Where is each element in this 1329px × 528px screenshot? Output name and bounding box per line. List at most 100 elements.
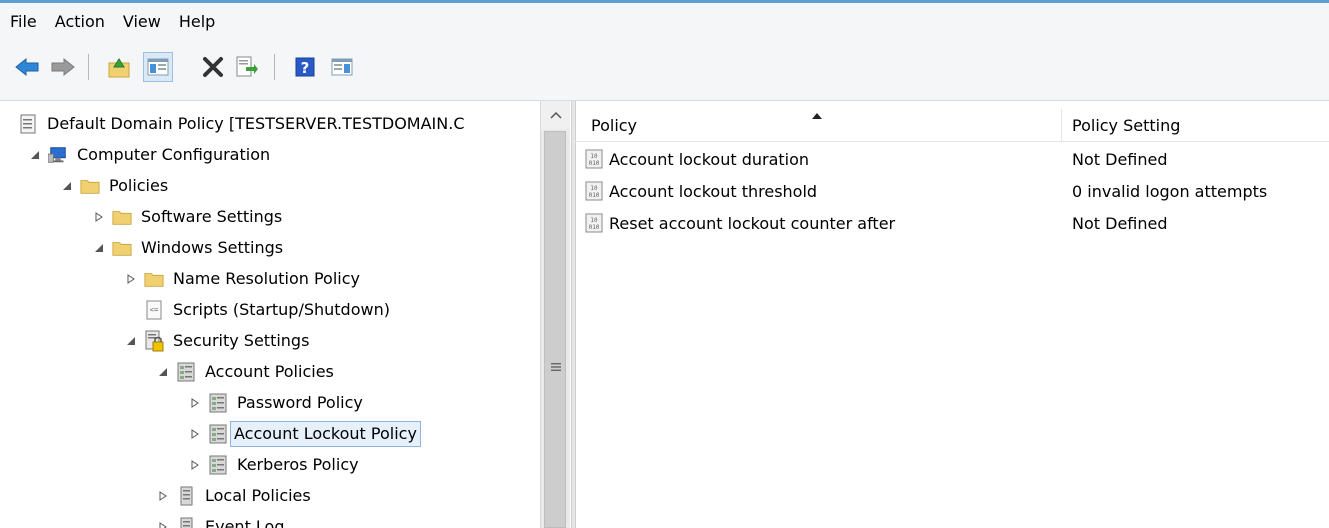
tree-node-computer-configuration[interactable]: Computer Configuration — [28, 140, 272, 170]
svg-text:10: 10 — [590, 185, 598, 192]
tree-node-windows-settings[interactable]: Windows Settings — [92, 233, 285, 263]
collapse-arrow-icon[interactable] — [60, 179, 74, 193]
help-button[interactable]: ? — [290, 52, 320, 82]
console-tree-pane: Default Domain Policy [TESTSERVER.TESTDO… — [0, 101, 571, 528]
svg-text:?: ? — [301, 59, 310, 77]
menu-action[interactable]: Action — [46, 3, 114, 40]
policy-container-icon — [176, 486, 196, 506]
toolbar: ? — [0, 40, 1329, 101]
folder-icon — [112, 207, 132, 227]
chevron-up-icon — [549, 111, 562, 119]
policy-setting-icon: 10 010 — [585, 181, 603, 201]
folder-icon — [112, 238, 132, 258]
tree-label: Scripts (Startup/Shutdown) — [173, 300, 390, 319]
menu-file[interactable]: File — [0, 3, 46, 40]
expand-arrow-icon[interactable] — [188, 427, 202, 441]
toolbar-separator — [88, 54, 89, 80]
tree-label: Windows Settings — [141, 238, 284, 257]
scroll-thumb[interactable] — [544, 131, 566, 528]
show-hide-console-tree-button[interactable] — [143, 52, 173, 82]
tree-node-password-policy[interactable]: Password Policy — [188, 388, 365, 418]
expand-arrow-icon[interactable] — [92, 210, 106, 224]
expand-arrow-icon[interactable] — [188, 396, 202, 410]
export-list-icon — [236, 56, 258, 77]
list-row[interactable]: 10 010 Reset account lockout counter afte… — [575, 207, 1329, 239]
policy-setting-value: Not Defined — [1072, 149, 1168, 169]
tree-node-software-settings[interactable]: Software Settings — [92, 202, 284, 232]
details-pane: Policy Policy Setting 10 010 Account lock… — [575, 101, 1329, 528]
tree-label: Default Domain Policy [TESTSERVER.TESTDO… — [47, 114, 465, 133]
tree-node-name-resolution-policy[interactable]: Name Resolution Policy — [124, 264, 362, 294]
delete-icon — [203, 57, 223, 77]
tree-label-selected: Account Lockout Policy — [230, 421, 421, 447]
tree-label: Kerberos Policy — [237, 455, 359, 474]
forward-button[interactable] — [48, 52, 78, 82]
up-one-level-button[interactable] — [104, 52, 134, 82]
collapse-arrow-icon[interactable] — [28, 148, 42, 162]
folder-icon — [144, 269, 164, 289]
list-row[interactable]: 10 010 Account lockout threshold 0 invali… — [575, 175, 1329, 207]
help-icon: ? — [295, 57, 315, 77]
svg-text:10: 10 — [590, 217, 598, 224]
tree-label: Password Policy — [237, 393, 363, 412]
tree-node-account-policies[interactable]: Account Policies — [156, 357, 336, 387]
folder-icon — [80, 176, 100, 196]
list-row[interactable]: 10 010 Account lockout duration Not Defin… — [575, 143, 1329, 175]
policy-name: Account lockout duration — [609, 149, 810, 169]
svg-text:10: 10 — [590, 153, 598, 160]
list-header: Policy Policy Setting — [575, 109, 1329, 142]
tree-label: Local Policies — [205, 486, 311, 505]
policy-container-icon — [208, 393, 228, 413]
policy-setting-icon: 10 010 — [585, 149, 603, 169]
tree-node-root[interactable]: Default Domain Policy [TESTSERVER.TESTDO… — [18, 109, 467, 139]
collapse-arrow-icon[interactable] — [156, 365, 170, 379]
svg-text:010: 010 — [589, 192, 600, 199]
column-divider[interactable] — [1061, 109, 1062, 141]
menu-help[interactable]: Help — [170, 3, 224, 40]
policy-container-icon — [208, 424, 228, 444]
scroll-up-button[interactable] — [541, 101, 570, 129]
column-label: Policy Setting — [1072, 115, 1181, 135]
show-hide-action-pane-icon — [331, 58, 353, 76]
tree-node-account-lockout-policy[interactable]: Account Lockout Policy — [188, 419, 421, 449]
collapse-arrow-icon[interactable] — [124, 334, 138, 348]
script-icon: <= — [144, 300, 164, 320]
tree-node-security-settings[interactable]: Security Settings — [124, 326, 311, 356]
back-button[interactable] — [12, 52, 42, 82]
expand-arrow-icon[interactable] — [156, 489, 170, 503]
policy-setting-value: 0 invalid logon attempts — [1072, 181, 1268, 201]
tree-label: Event Log — [205, 517, 285, 528]
toolbar-separator — [274, 54, 275, 80]
expand-arrow-icon[interactable] — [188, 458, 202, 472]
svg-text:<=: <= — [150, 306, 158, 314]
tree-node-policies[interactable]: Policies — [60, 171, 170, 201]
menu-bar: File Action View Help — [0, 3, 1329, 40]
column-label: Policy — [591, 115, 638, 135]
tree-node-kerberos-policy[interactable]: Kerberos Policy — [188, 450, 361, 480]
tree-node-event-log[interactable]: Event Log — [156, 512, 287, 528]
column-header-policy[interactable]: Policy — [591, 109, 1061, 141]
show-hide-action-pane-button[interactable] — [327, 52, 357, 82]
expand-arrow-icon[interactable] — [156, 520, 170, 528]
tree-label: Name Resolution Policy — [173, 269, 360, 288]
delete-button[interactable] — [198, 52, 228, 82]
export-list-button[interactable] — [231, 52, 261, 82]
column-header-policy-setting[interactable]: Policy Setting — [1072, 109, 1329, 141]
collapse-arrow-icon[interactable] — [92, 241, 106, 255]
policy-container-icon — [176, 517, 196, 528]
tree-label: Policies — [109, 176, 169, 195]
tree-label: Software Settings — [141, 207, 283, 226]
tree-vertical-scrollbar[interactable] — [540, 101, 570, 528]
tree-node-local-policies[interactable]: Local Policies — [156, 481, 313, 511]
policy-name: Account lockout threshold — [609, 181, 818, 201]
svg-text:010: 010 — [589, 160, 600, 167]
computer-icon — [48, 145, 68, 165]
tree-label: Security Settings — [173, 331, 310, 350]
expand-arrow-icon[interactable] — [124, 272, 138, 286]
tree-node-scripts[interactable]: <= Scripts (Startup/Shutdown) — [144, 295, 392, 325]
menu-view[interactable]: View — [114, 3, 170, 40]
back-icon — [15, 57, 39, 77]
show-hide-tree-icon — [147, 58, 169, 76]
tree-label: Account Policies — [205, 362, 334, 381]
tree-label: Computer Configuration — [77, 145, 271, 164]
